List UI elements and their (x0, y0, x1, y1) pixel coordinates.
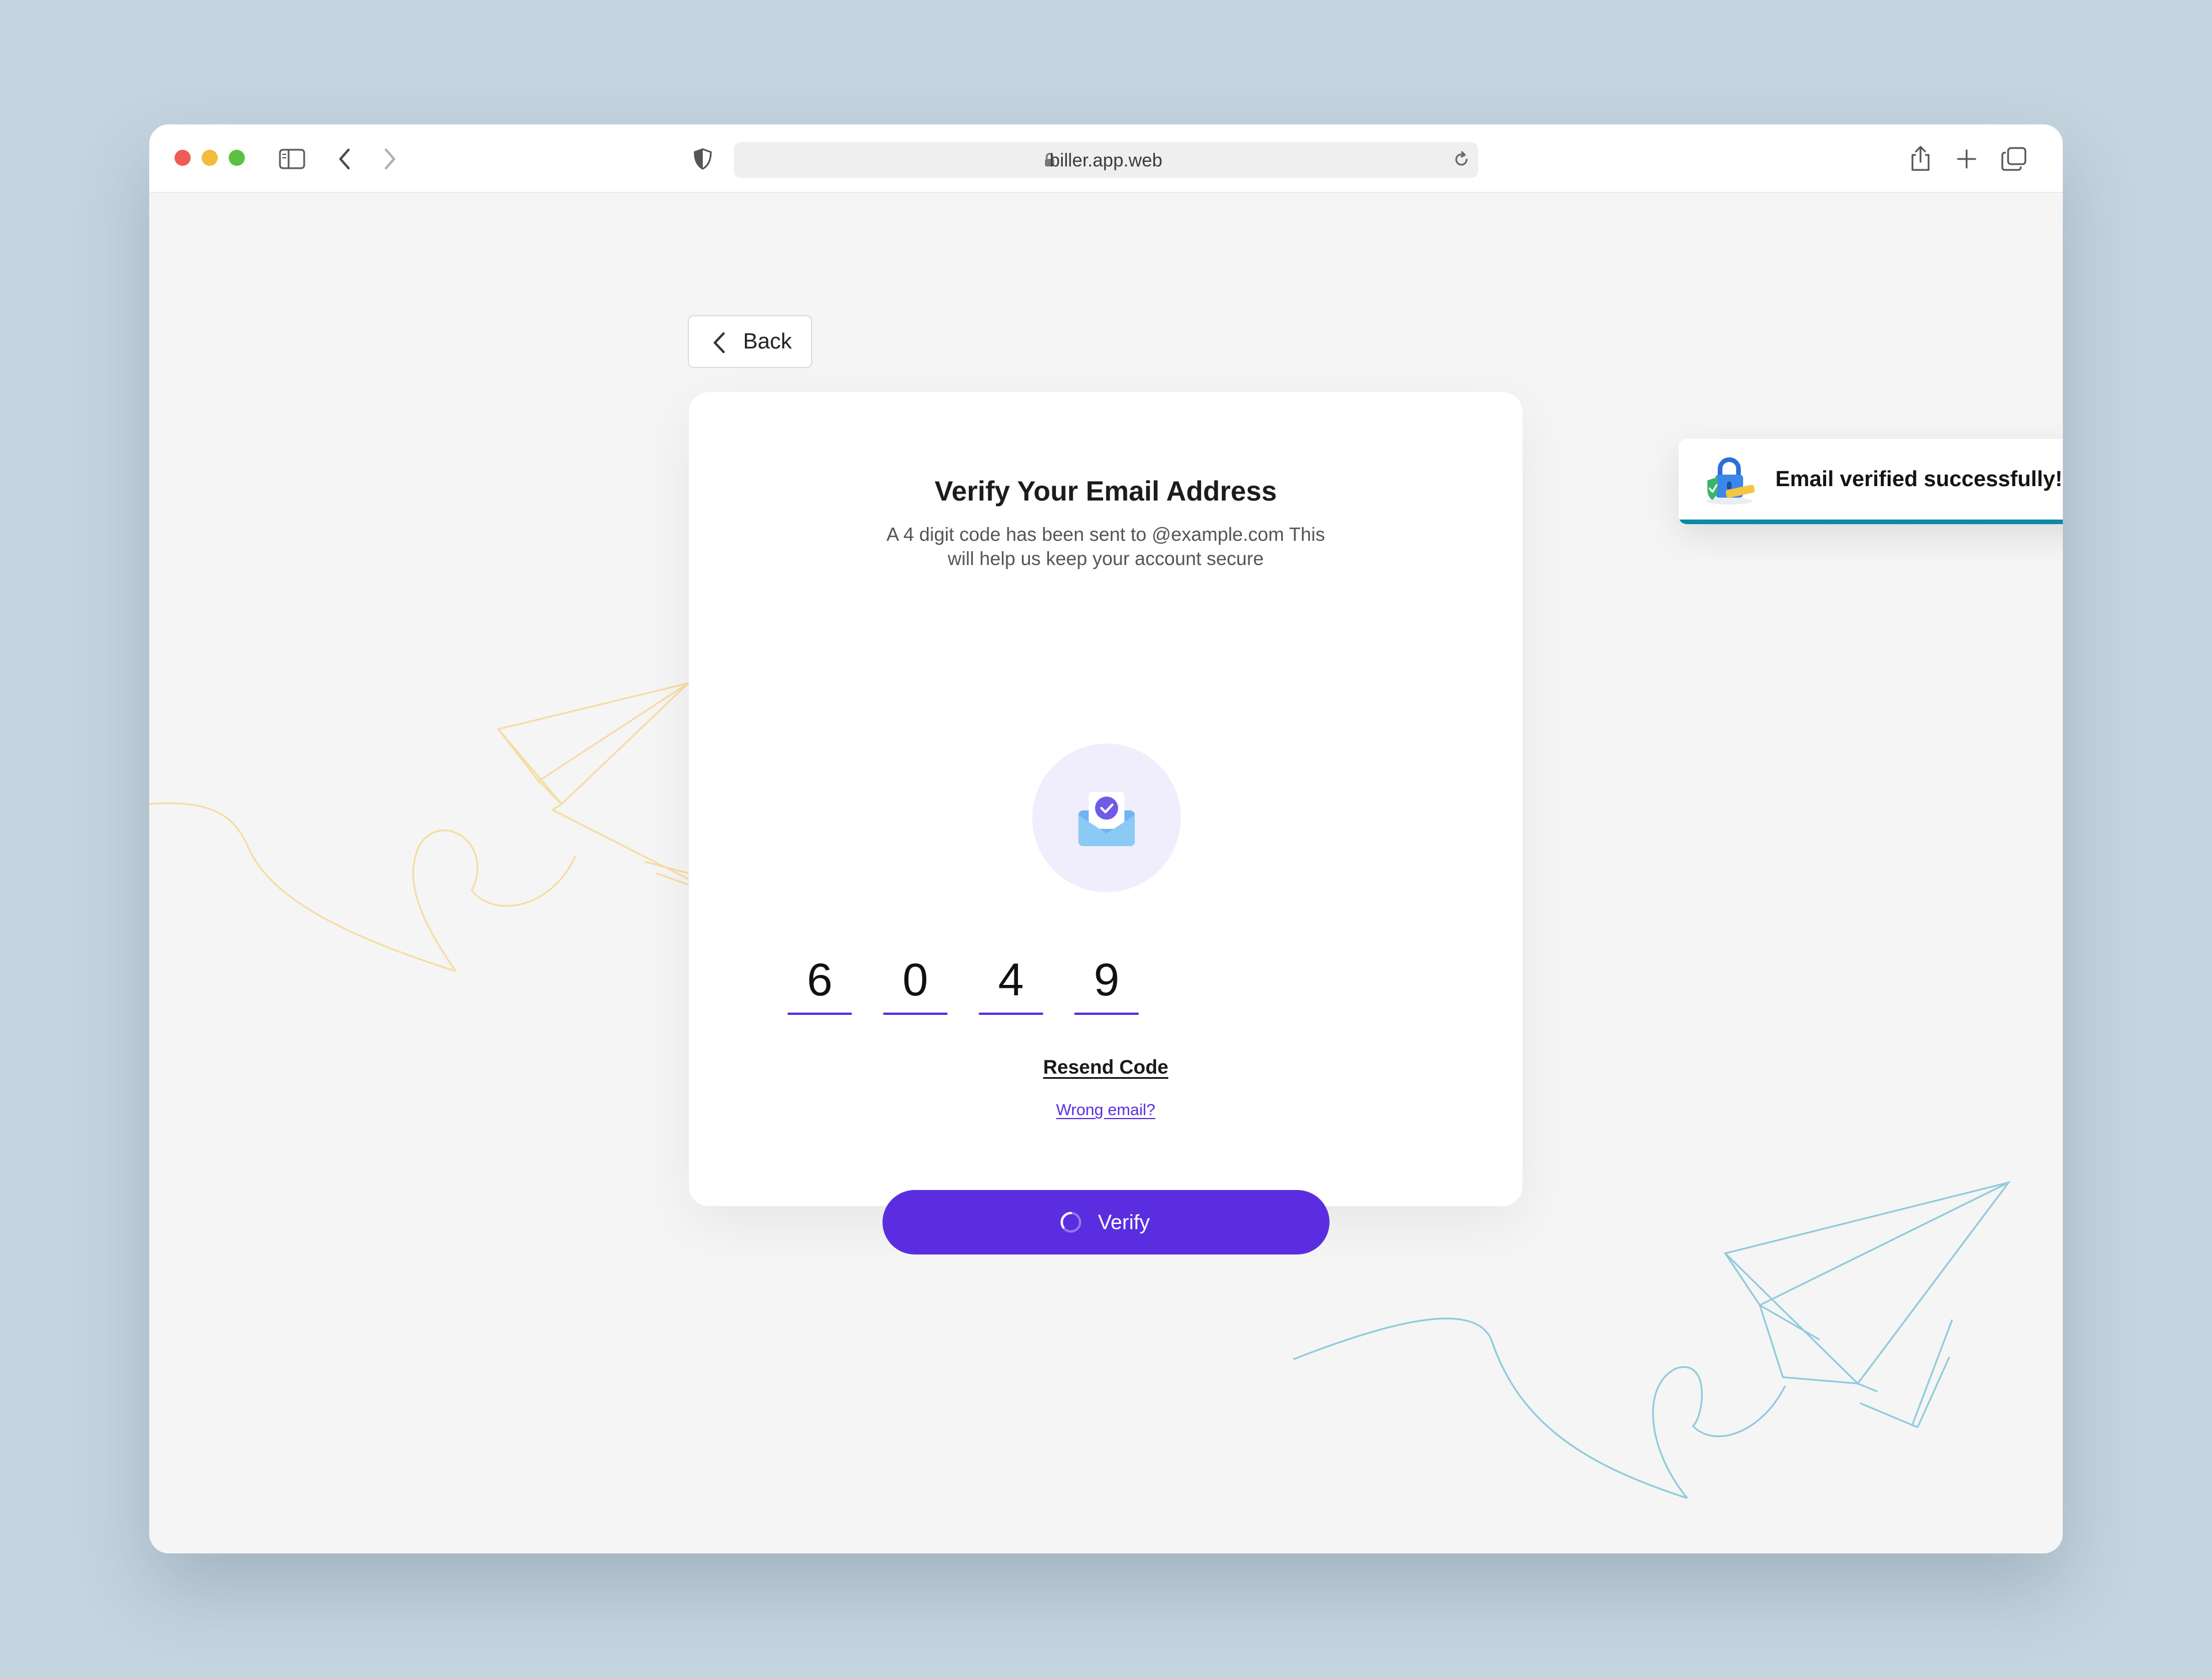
resend-code-link[interactable]: Resend Code (689, 1056, 1522, 1079)
page-title: Verify Your Email Address (934, 476, 1277, 507)
otp-digit-2[interactable]: 0 (883, 951, 948, 1009)
plus-icon[interactable] (1956, 149, 1977, 169)
sidebar-toggle-icon[interactable] (279, 149, 305, 169)
minimize-window-button[interactable] (202, 150, 218, 166)
envelope-illustration (1032, 744, 1181, 892)
browser-toolbar: biller.app.web (149, 124, 2063, 193)
padlock-shield-icon (1706, 457, 1755, 505)
success-toast: Email verified successfully! (1679, 439, 2063, 524)
otp-underline (1074, 1013, 1139, 1015)
toast-message: Email verified successfully! (1775, 467, 2063, 491)
toast-progress-bar (1679, 520, 2063, 524)
chevron-right-icon[interactable] (382, 147, 397, 170)
url-text: biller.app.web (1050, 150, 1162, 170)
otp-digit-1[interactable]: 6 (787, 951, 852, 1009)
back-button[interactable]: Back (688, 315, 812, 368)
otp-underline (787, 1013, 852, 1015)
back-label: Back (743, 329, 792, 354)
share-icon[interactable] (1909, 145, 1932, 172)
verify-label: Verify (1098, 1210, 1150, 1234)
otp-digit-4[interactable]: 9 (1074, 951, 1139, 1009)
maximize-window-button[interactable] (229, 150, 245, 166)
otp-underline (883, 1013, 948, 1015)
loading-spinner-icon (1060, 1212, 1081, 1233)
chevron-left-icon (714, 332, 725, 353)
address-bar[interactable]: biller.app.web (734, 142, 1478, 178)
envelope-check-icon (1078, 792, 1135, 846)
privacy-shield-icon[interactable] (693, 147, 713, 170)
page-subtitle: A 4 digit code has been sent to @example… (886, 524, 1325, 569)
reload-icon[interactable] (1453, 151, 1470, 168)
chevron-left-icon[interactable] (337, 147, 352, 170)
tab-overview-icon[interactable] (2001, 147, 2027, 171)
verify-button[interactable]: Verify (882, 1190, 1330, 1254)
otp-digit-3[interactable]: 4 (979, 951, 1043, 1009)
close-window-button[interactable] (175, 150, 191, 166)
browser-window: biller.app.web Back Verify Your Email Ad… (149, 124, 2063, 1553)
wrong-email-link[interactable]: Wrong email? (689, 1101, 1522, 1119)
verification-card: Verify Your Email Address A 4 digit code… (689, 392, 1522, 1254)
otp-underline (979, 1013, 1043, 1015)
